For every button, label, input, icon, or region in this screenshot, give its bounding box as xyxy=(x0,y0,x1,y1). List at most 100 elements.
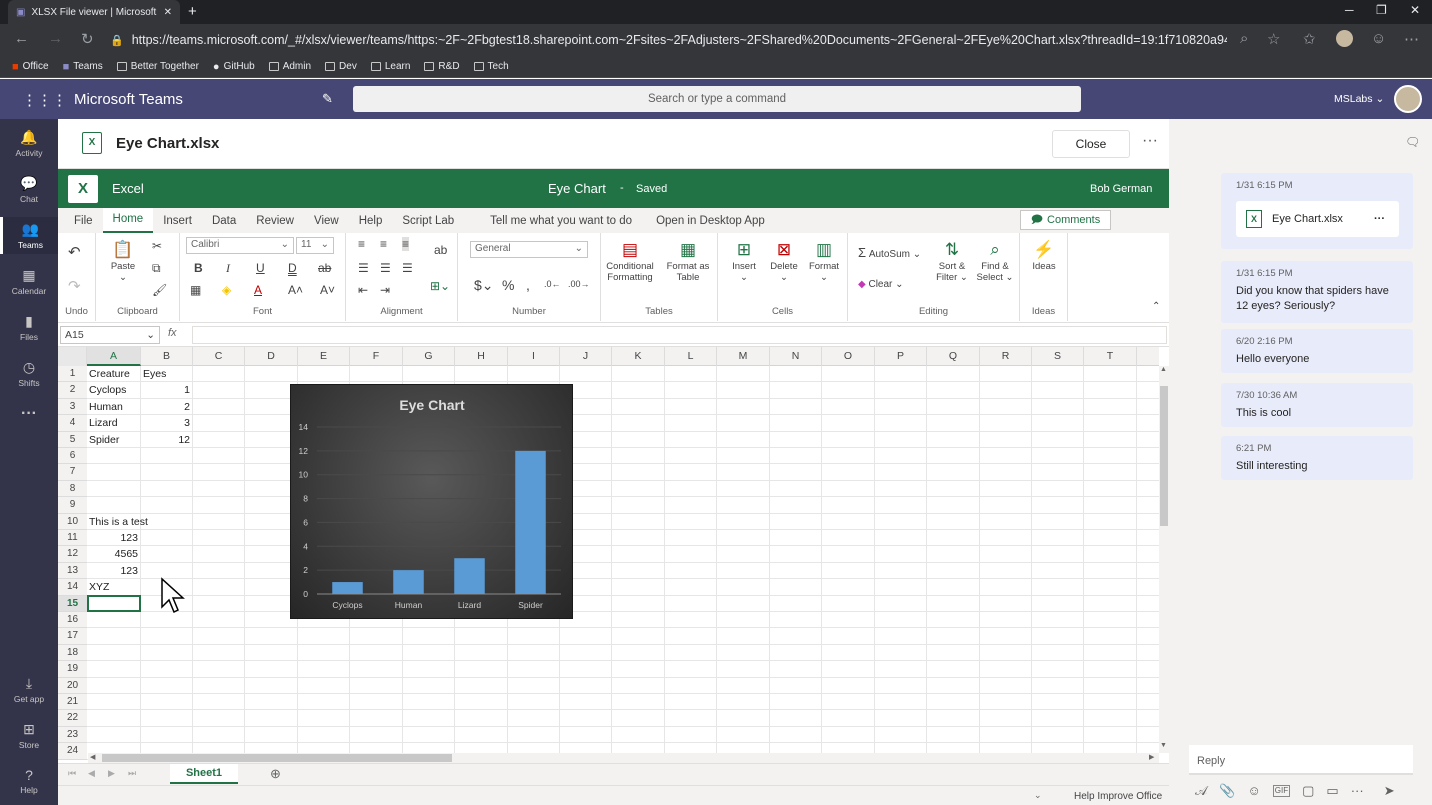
tab-data[interactable]: Data xyxy=(202,210,246,233)
horizontal-scrollbar[interactable]: ◀ ▶ xyxy=(88,753,1159,763)
italic-icon[interactable]: I xyxy=(226,261,230,276)
chart-bar-lizard[interactable] xyxy=(454,558,485,594)
reload-icon[interactable]: ↻ xyxy=(81,30,94,48)
first-sheet-icon[interactable]: ⏮ xyxy=(68,768,76,779)
tab-home[interactable]: Home xyxy=(102,208,154,233)
currency-icon[interactable]: $⌄ xyxy=(474,277,494,294)
horizontal-scroll-thumb[interactable] xyxy=(102,754,452,762)
open-desktop-app[interactable]: Open in Desktop App xyxy=(646,210,775,233)
cell-a1[interactable]: Creature xyxy=(89,366,138,382)
close-button[interactable]: Close xyxy=(1052,130,1130,158)
vertical-scroll-thumb[interactable] xyxy=(1160,386,1168,526)
emoji-icon[interactable]: ☺ xyxy=(1371,30,1386,47)
bookmark-rnd[interactable]: R&D xyxy=(424,61,460,72)
bookmark-tech[interactable]: Tech xyxy=(473,61,509,72)
format-icon[interactable]: 𝒜 xyxy=(1195,783,1207,803)
rail-item-store[interactable]: ⊞ Store xyxy=(0,721,58,750)
active-cell-a15[interactable] xyxy=(87,595,141,612)
cell-a2[interactable]: Cyclops xyxy=(89,382,138,398)
help-improve-office-link[interactable]: Help Improve Office xyxy=(1074,791,1162,802)
bold-icon[interactable]: B xyxy=(194,261,203,275)
zoom-icon[interactable]: ⌕ xyxy=(1240,30,1248,47)
rail-item-teams[interactable]: 👥 Teams xyxy=(0,217,58,254)
tab-close-icon[interactable]: ✕ xyxy=(164,7,172,18)
more-apps-icon[interactable]: ··· xyxy=(0,405,58,423)
rail-item-activity[interactable]: 🔔 Activity xyxy=(0,129,58,158)
cell-b1[interactable]: Eyes xyxy=(143,366,190,382)
increase-decimal-icon[interactable]: .0← xyxy=(544,279,561,289)
tab-view[interactable]: View xyxy=(304,210,349,233)
attach-icon[interactable]: 📎 xyxy=(1219,783,1235,803)
tab-insert[interactable]: Insert xyxy=(153,210,202,233)
scroll-down-icon[interactable]: ▼ xyxy=(1160,742,1167,749)
rail-item-shifts[interactable]: ◷ Shifts xyxy=(0,359,58,388)
name-box[interactable]: A15 ⌄ xyxy=(60,326,160,344)
document-title[interactable]: Eye Chart xyxy=(548,181,606,196)
font-color-icon[interactable]: A xyxy=(254,283,262,297)
autosum-button[interactable]: Σ AutoSum ⌄ xyxy=(858,245,921,260)
decrease-decimal-icon[interactable]: .00→ xyxy=(568,279,590,289)
minimize-icon[interactable]: ─ xyxy=(1345,3,1354,17)
browser-tab[interactable]: ▣ XLSX File viewer | Microsoft Teams ✕ xyxy=(8,0,180,24)
font-name-select[interactable]: Calibri ⌄ xyxy=(186,237,294,254)
window-close-icon[interactable]: ✕ xyxy=(1410,3,1420,17)
gif-icon[interactable]: GIF xyxy=(1272,785,1291,797)
decrease-indent-icon[interactable]: ⇤ xyxy=(358,283,368,297)
emoji-icon[interactable]: ☺ xyxy=(1248,783,1261,803)
org-switcher[interactable]: MSLabs ⌄ xyxy=(1334,93,1384,105)
percent-icon[interactable]: % xyxy=(502,277,514,293)
tab-file[interactable]: File xyxy=(64,210,103,233)
find-select-button[interactable]: ⌕ Find & Select ⌄ xyxy=(974,239,1016,283)
conditional-formatting-button[interactable]: ▤ Conditional Formatting xyxy=(601,239,659,283)
restore-icon[interactable]: ❐ xyxy=(1376,3,1387,17)
chart-bar-spider[interactable] xyxy=(515,450,546,594)
merge-center-icon[interactable]: ⊞⌄ xyxy=(430,279,450,293)
sheet-tab-sheet1[interactable]: Sheet1 xyxy=(170,764,238,784)
align-center-icon[interactable]: ☰ xyxy=(380,261,391,275)
cell-b5[interactable]: 12 xyxy=(143,432,190,448)
format-painter-icon[interactable]: 🖌 xyxy=(152,283,167,297)
excel-user-name[interactable]: Bob German xyxy=(1090,183,1152,195)
rail-item-get-app[interactable]: ⤓ Get app xyxy=(0,675,58,704)
chart-bar-human[interactable] xyxy=(393,570,424,594)
comments-button[interactable]: 🗩 Comments xyxy=(1020,210,1111,230)
cell-a14[interactable]: XYZ xyxy=(89,579,138,595)
tab-script-lab[interactable]: Script Lab xyxy=(392,210,464,233)
align-right-icon[interactable]: ☰ xyxy=(402,261,413,275)
meet-icon[interactable]: ▭ xyxy=(1326,783,1338,803)
undo-icon[interactable]: ↶ xyxy=(68,243,81,261)
reply-input[interactable]: Reply xyxy=(1189,745,1413,775)
scroll-left-icon[interactable]: ◀ xyxy=(90,753,95,761)
redo-icon[interactable]: ↷ xyxy=(68,277,81,295)
rail-item-calendar[interactable]: ▦ Calendar xyxy=(0,267,58,296)
sticker-icon[interactable]: ▢ xyxy=(1302,783,1314,803)
cell-a4[interactable]: Lizard xyxy=(89,415,138,431)
worksheet-grid[interactable]: ABCDEFGHIJKLMNOPQRST 1 2 3 4 5 6 7 8 9 10 11 12 13 14… xyxy=(58,347,1159,760)
bookmark-better-together[interactable]: Better Together xyxy=(116,61,199,72)
new-chat-icon[interactable]: ✎ xyxy=(322,91,333,107)
align-middle-icon[interactable]: ≡ xyxy=(380,237,387,251)
app-launcher-icon[interactable]: ⋮⋮⋮ xyxy=(22,91,67,109)
bookmark-admin[interactable]: Admin xyxy=(268,61,311,72)
send-icon[interactable]: ➤ xyxy=(1384,783,1395,803)
add-sheet-icon[interactable]: ⊕ xyxy=(270,766,281,782)
chevron-down-icon[interactable]: ⌄ xyxy=(1034,790,1042,801)
bookmark-dev[interactable]: Dev xyxy=(325,61,357,72)
last-sheet-icon[interactable]: ⏭ xyxy=(128,768,136,779)
font-size-select[interactable]: 11 ⌄ xyxy=(296,237,334,254)
bookmark-teams[interactable]: ■ Teams xyxy=(63,61,103,73)
format-as-table-button[interactable]: ▦ Format as Table xyxy=(661,239,715,283)
align-bottom-icon[interactable]: ≡ xyxy=(402,237,410,251)
underline-icon[interactable]: U xyxy=(256,261,265,275)
scroll-up-icon[interactable]: ▲ xyxy=(1160,366,1167,373)
forward-icon[interactable]: → xyxy=(48,30,63,47)
conversation-icon[interactable]: 🗨 xyxy=(1405,135,1420,149)
wrap-text-icon[interactable]: ab xyxy=(434,243,447,257)
file-attachment[interactable]: X Eye Chart.xlsx ··· xyxy=(1236,201,1399,237)
vertical-scrollbar[interactable]: ▲ ▼ xyxy=(1159,366,1169,753)
strikethrough-icon[interactable]: ab xyxy=(318,261,331,275)
number-format-select[interactable]: General ⌄ xyxy=(470,241,588,258)
bookmark-star-icon[interactable]: ☆ xyxy=(1267,30,1280,48)
bookmark-learn[interactable]: Learn xyxy=(370,61,410,72)
align-top-icon[interactable]: ≡ xyxy=(358,237,365,251)
